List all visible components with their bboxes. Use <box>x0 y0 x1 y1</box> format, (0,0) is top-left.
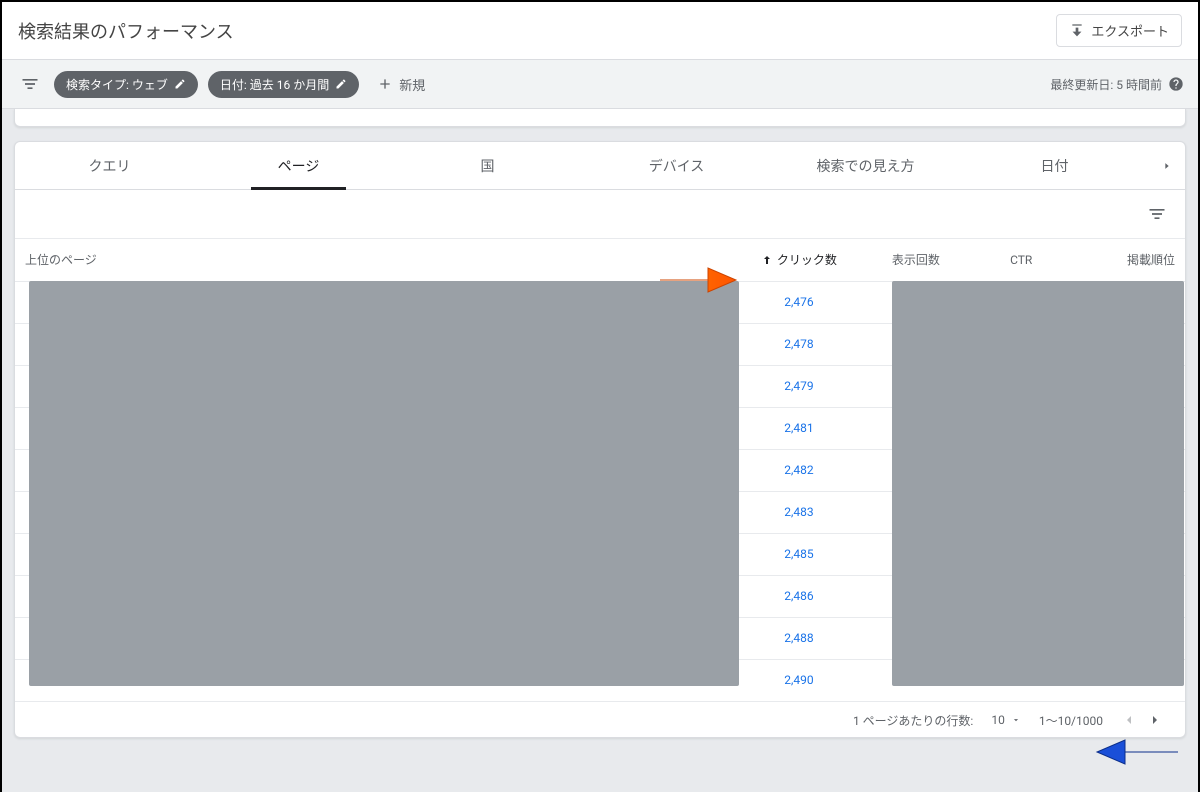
table-row[interactable]: 2,483 <box>15 491 1185 533</box>
last-updated-text: 最終更新日: 5 時間前 <box>1050 76 1162 93</box>
table-filter-icon[interactable] <box>1143 200 1171 228</box>
content-area: クエリ ページ 国 デバイス 検索での見え方 日付 <box>2 109 1198 792</box>
clicks-value: 2,490 <box>784 673 813 687</box>
tab-page[interactable]: ページ <box>204 142 393 189</box>
chart-card-bottom <box>14 109 1186 127</box>
th-ctr[interactable]: CTR <box>974 239 1068 281</box>
pagination-range: 1～10/1000 <box>1039 712 1103 729</box>
clicks-value: 2,479 <box>784 379 813 393</box>
tab-label: 検索での見え方 <box>817 156 915 176</box>
filter-icon[interactable] <box>16 70 44 98</box>
clicks-value: 2,476 <box>784 295 813 309</box>
clicks-value: 2,482 <box>784 463 813 477</box>
tab-country[interactable]: 国 <box>393 142 582 189</box>
export-label: エクスポート <box>1091 21 1169 40</box>
pagination: 1 ページあたりの行数: 10 1～10/1000 <box>15 702 1185 737</box>
sort-asc-icon <box>761 254 773 266</box>
table-header-row: 上位のページ クリック数 表示回数 CTR 掲載順位 <box>15 239 1185 281</box>
table-row[interactable]: 2,490 <box>15 659 1185 701</box>
plus-icon <box>377 76 393 92</box>
table-row[interactable]: 2,485 <box>15 533 1185 575</box>
table-row[interactable]: 2,482 <box>15 449 1185 491</box>
chip-date-label: 日付: 過去 16 か月間 <box>220 76 329 93</box>
add-filter-button[interactable]: 新規 <box>369 71 433 98</box>
table-row[interactable]: 2,486 <box>15 575 1185 617</box>
tab-label: ページ <box>278 156 320 176</box>
chip-search-type[interactable]: 検索タイプ: ウェブ <box>54 71 198 98</box>
th-impressions[interactable]: 表示回数 <box>857 239 974 281</box>
table-row[interactable]: 2,481 <box>15 407 1185 449</box>
table-row[interactable]: 2,478 <box>15 323 1185 365</box>
table-row[interactable]: 2,488 <box>15 617 1185 659</box>
pencil-icon <box>335 78 347 90</box>
pencil-icon <box>174 78 186 90</box>
tab-label: 国 <box>481 156 495 176</box>
table-toolbar <box>15 190 1185 238</box>
dimension-tabs: クエリ ページ 国 デバイス 検索での見え方 日付 <box>15 142 1185 190</box>
clicks-value: 2,481 <box>784 421 813 435</box>
th-position[interactable]: 掲載順位 <box>1068 239 1185 281</box>
header: 検索結果のパフォーマンス エクスポート <box>2 2 1198 60</box>
table-row[interactable]: 2,476 <box>15 281 1185 323</box>
th-clicks-label: クリック数 <box>777 251 837 268</box>
clicks-value: 2,483 <box>784 505 813 519</box>
tab-date[interactable]: 日付 <box>960 142 1149 189</box>
rows-per-page-value: 10 <box>991 713 1005 727</box>
tab-label: クエリ <box>89 156 131 176</box>
tab-label: デバイス <box>649 156 705 176</box>
tab-search-appearance[interactable]: 検索での見え方 <box>771 142 960 189</box>
table-wrapper: 上位のページ クリック数 表示回数 CTR 掲載順位 <box>15 238 1185 702</box>
next-page-button[interactable] <box>1147 712 1163 728</box>
tab-query[interactable]: クエリ <box>15 142 204 189</box>
data-table: 上位のページ クリック数 表示回数 CTR 掲載順位 <box>15 238 1185 281</box>
rows-per-page-select[interactable]: 10 <box>991 713 1021 727</box>
rows-per-page-label: 1 ページあたりの行数: <box>853 712 973 729</box>
data-table-body: 2,476 2,478 2,479 2,481 2,482 2,483 2,48… <box>15 281 1185 702</box>
data-card: クエリ ページ 国 デバイス 検索での見え方 日付 <box>14 141 1186 738</box>
page-title: 検索結果のパフォーマンス <box>18 18 234 44</box>
th-page[interactable]: 上位のページ <box>15 239 740 281</box>
chip-date-range[interactable]: 日付: 過去 16 か月間 <box>208 71 359 98</box>
tabs-next-button[interactable] <box>1149 142 1185 189</box>
clicks-value: 2,478 <box>784 337 813 351</box>
chip-search-type-label: 検索タイプ: ウェブ <box>66 76 168 93</box>
prev-page-button[interactable] <box>1121 712 1137 728</box>
th-clicks[interactable]: クリック数 <box>740 239 857 281</box>
tab-label: 日付 <box>1041 156 1069 176</box>
filters-bar: 検索タイプ: ウェブ 日付: 過去 16 か月間 新規 最終更新日: 5 時間前 <box>2 60 1198 109</box>
clicks-value: 2,486 <box>784 589 813 603</box>
last-updated: 最終更新日: 5 時間前 <box>1050 76 1184 93</box>
table-row[interactable]: 2,479 <box>15 365 1185 407</box>
tab-device[interactable]: デバイス <box>582 142 771 189</box>
clicks-value: 2,488 <box>784 631 813 645</box>
download-icon <box>1069 23 1085 39</box>
dropdown-icon <box>1011 715 1021 725</box>
add-filter-label: 新規 <box>399 75 425 94</box>
help-icon[interactable] <box>1168 76 1184 92</box>
clicks-value: 2,485 <box>784 547 813 561</box>
export-button[interactable]: エクスポート <box>1056 14 1182 47</box>
